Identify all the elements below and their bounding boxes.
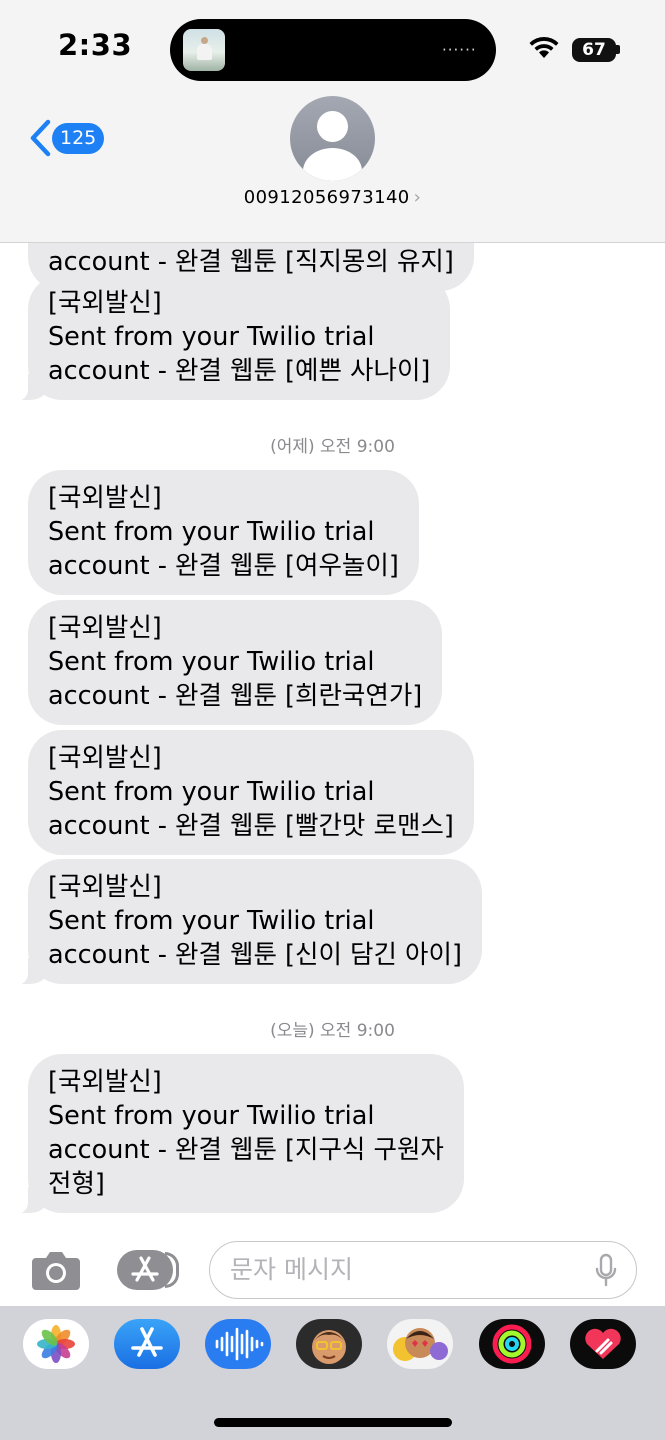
app-store-icon[interactable] [114,1319,180,1369]
conversation-header: 2:33 ······ 67 125 00912056973140 › [0,0,665,243]
message-line: [국외발신] [48,1067,162,1097]
message-bubble[interactable]: [국외발신] Sent from your Twilio trial accou… [28,470,419,595]
message-line: [국외발신] [48,743,162,773]
dynamic-island[interactable]: ······ [170,19,496,81]
message-line: Sent from your Twilio trial [48,1101,375,1131]
timestamp: (오늘) 오전 9:00 [270,1021,395,1041]
message-line: Sent from your Twilio trial [48,906,375,936]
message-bubble[interactable]: [국외발신] Sent from your Twilio trial accou… [1,275,451,402]
timestamp: (어제) 오전 9:00 [270,437,395,457]
message-line: account - 완결 웹툰 [신이 담긴 아이] [48,940,462,970]
imessage-app-tray [0,1306,665,1440]
chevron-right-icon: › [413,187,422,208]
back-unread-badge[interactable]: 125 [52,123,105,154]
app-store-icon[interactable] [117,1250,179,1290]
message-line: account - 완결 웹툰 [예쁜 사나이] [48,356,431,386]
contact-name[interactable]: 00912056973140 › [0,187,665,208]
message-bubble[interactable]: [국외발신] Sent from your Twilio trial accou… [2,1054,464,1215]
status-time: 2:33 [58,28,133,62]
battery-indicator: 67 [572,38,616,62]
message-line: Sent from your Twilio trial [48,647,375,677]
audio-message-icon[interactable] [205,1319,271,1369]
memoji-icon[interactable] [296,1319,362,1369]
activity-icon[interactable] [479,1319,545,1369]
live-activity-app-icon[interactable] [183,29,225,71]
message-line: account - 완결 웹툰 [빨간맛 로맨스] [48,811,454,841]
composer-bar: 문자 메시지 [0,1228,665,1306]
island-indicator: ······ [442,41,477,59]
message-line: [국외발신] [48,288,162,318]
message-line: 전형] [48,1169,105,1199]
photos-icon[interactable] [23,1319,89,1369]
microphone-icon[interactable] [594,1253,618,1289]
home-indicator[interactable] [214,1418,452,1427]
message-bubble[interactable]: [국외발신] Sent from your Twilio trial accou… [28,730,474,855]
camera-icon[interactable] [30,1248,82,1292]
message-line: Sent from your Twilio trial [48,322,375,352]
message-input[interactable]: 문자 메시지 [209,1241,637,1299]
message-line: [국외발신] [48,872,162,902]
message-line: Sent from your Twilio trial [48,517,375,547]
message-bubble[interactable]: [국외발신] Sent from your Twilio trial accou… [28,600,443,725]
message-line: Sent from your Twilio trial [48,777,375,807]
message-line: [국외발신] [48,483,162,513]
battery-nub [616,45,620,54]
digital-touch-icon[interactable] [570,1319,636,1369]
message-line: account - 완결 웹툰 [지구식 구원자 [48,1135,444,1165]
messages-screen: .account - 완결 웹툰 [직지몽의 유지] [국외발신] Sent f… [0,0,665,1440]
contact-number: 00912056973140 [243,187,410,208]
contact-avatar[interactable] [290,96,375,181]
message-line: account - 완결 웹툰 [희란국연가] [48,681,423,711]
message-line: [국외발신] [48,613,162,643]
animoji-stickers-icon[interactable] [387,1319,453,1369]
wifi-icon [529,36,559,58]
message-line: account - 완결 웹툰 [여우놀이] [48,551,399,581]
message-bubble[interactable]: [국외발신] Sent from your Twilio trial accou… [2,859,482,986]
